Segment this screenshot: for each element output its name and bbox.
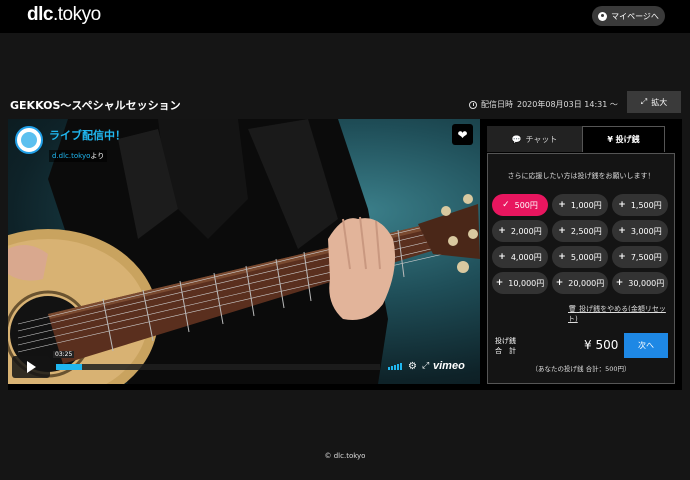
amount-button[interactable]: +1,500円 [612, 194, 668, 216]
mypage-button[interactable]: マイページへ [592, 6, 665, 26]
amount-button[interactable]: +1,000円 [552, 194, 608, 216]
amount-button[interactable]: +2,500円 [552, 220, 608, 242]
play-button[interactable] [12, 356, 50, 378]
amount-button[interactable]: +30,000円 [612, 272, 668, 294]
amount-label: 3,000円 [630, 226, 662, 236]
amount-label: 20,000円 [568, 278, 605, 288]
amount-button[interactable]: +7,500円 [612, 246, 668, 268]
clock-icon [469, 100, 477, 109]
amount-button[interactable]: +10,000円 [492, 272, 548, 294]
footer-copyright: © dlc.tokyo [324, 452, 366, 460]
top-bar: dlc.tokyo マイページへ [0, 0, 690, 33]
mypage-label: マイページへ [611, 11, 659, 21]
fullscreen-icon[interactable]: ⤢ [422, 361, 429, 371]
live-source: d.dlc.tokyoより [49, 150, 108, 162]
tip-message: さらに応援したい方は投げ銭をお願いします！ [507, 172, 655, 180]
amount-label: 4,000円 [510, 252, 542, 262]
tab-chat[interactable]: 💬 チャット [487, 126, 582, 152]
source-suffix: より [90, 152, 105, 160]
page-title: GEKKOS～スペシャルセッション [10, 99, 181, 112]
progress-bar[interactable] [56, 364, 380, 370]
like-button[interactable]: ❤ [452, 124, 473, 145]
amount-button[interactable]: +20,000円 [552, 272, 608, 294]
smiley-icon [21, 132, 37, 148]
stream-datetime: 配信日時 2020年08月03日 14:31 〜 [469, 99, 618, 110]
amount-label: 2,500円 [570, 226, 602, 236]
amount-button[interactable]: +4,000円 [492, 246, 548, 268]
heart-icon: ❤ [457, 127, 468, 142]
plus-icon: + [498, 252, 506, 262]
tab-chat-label: チャット [525, 134, 558, 144]
source-link[interactable]: d.dlc.tokyo [52, 152, 90, 160]
plus-icon: + [558, 200, 566, 210]
amount-label: 5,000円 [570, 252, 602, 262]
plus-icon: + [615, 278, 624, 288]
amount-grid: ✓ 500円 +1,000円 +1,500円 +2,000円 +2,500円 +3,000円… [492, 194, 672, 294]
cancel-tip-link[interactable]: 🗑 投げ銭をやめる(金額リセット) [568, 304, 674, 324]
sum-note: （あなたの投げ銭 合計：500円） [531, 365, 631, 373]
amount-label: 500円 [514, 200, 538, 210]
chat-icon: 💬 [511, 134, 522, 144]
tab-tip[interactable]: ¥ 投げ銭 [582, 126, 665, 152]
amount-label: 1,000円 [570, 200, 602, 210]
volume-icon[interactable] [388, 363, 402, 370]
plus-icon: + [555, 278, 564, 288]
live-status-title: ライブ配信中！ [49, 129, 126, 142]
progress-fill [56, 364, 82, 370]
site-logo[interactable]: dlc.tokyo [27, 4, 101, 26]
live-overlay: ライブ配信中！ d.dlc.tokyoより [15, 126, 126, 162]
expand-label: 拡大 [651, 97, 668, 107]
plus-icon: + [618, 252, 626, 262]
amount-label: 7,500円 [630, 252, 662, 262]
tip-panel: さらに応援したい方は投げ銭をお願いします！ ✓ 500円 +1,000円 +1,500… [487, 153, 675, 384]
amount-label: 30,000円 [628, 278, 665, 288]
plus-icon: + [558, 226, 566, 236]
gear-icon[interactable]: ⚙ [408, 361, 417, 372]
amount-button[interactable]: +3,000円 [612, 220, 668, 242]
amount-button[interactable]: +2,000円 [492, 220, 548, 242]
plus-icon: + [618, 200, 626, 210]
user-icon [598, 11, 608, 21]
amount-label: 10,000円 [508, 278, 545, 288]
channel-avatar[interactable] [15, 126, 43, 154]
current-time: 03:25 [53, 351, 75, 358]
expand-icon: ⤢ [640, 97, 648, 106]
expand-button[interactable]: ⤢ 拡大 [627, 91, 681, 113]
plus-icon: + [495, 278, 504, 288]
datetime-value: 2020年08月03日 14:31 〜 [517, 100, 618, 109]
amount-label: 1,500円 [630, 200, 662, 210]
plus-icon: + [558, 252, 566, 262]
check-icon: ✓ [502, 200, 510, 210]
amount-label: 2,000円 [510, 226, 542, 236]
cancel-tip-label: 投げ銭をやめる(金額リセット) [568, 305, 666, 323]
datetime-label: 配信日時 [481, 100, 513, 109]
sum-value: ¥ 500 [584, 338, 619, 352]
panel-tabs: 💬 チャット ¥ 投げ銭 [487, 126, 677, 152]
plus-icon: + [618, 226, 626, 236]
amount-button[interactable]: +5,000円 [552, 246, 608, 268]
plus-icon: + [498, 226, 506, 236]
sum-label: 投げ銭 合 計 [495, 337, 516, 355]
trash-icon: 🗑 [568, 305, 577, 313]
next-button[interactable]: 次へ [624, 333, 668, 358]
video-controls: 03:25 ⚙ ⤢ vimeo [12, 351, 476, 378]
amount-button[interactable]: ✓ 500円 [492, 194, 548, 216]
vimeo-logo[interactable]: vimeo [433, 360, 465, 372]
tab-tip-label: ¥ 投げ銭 [607, 135, 640, 144]
